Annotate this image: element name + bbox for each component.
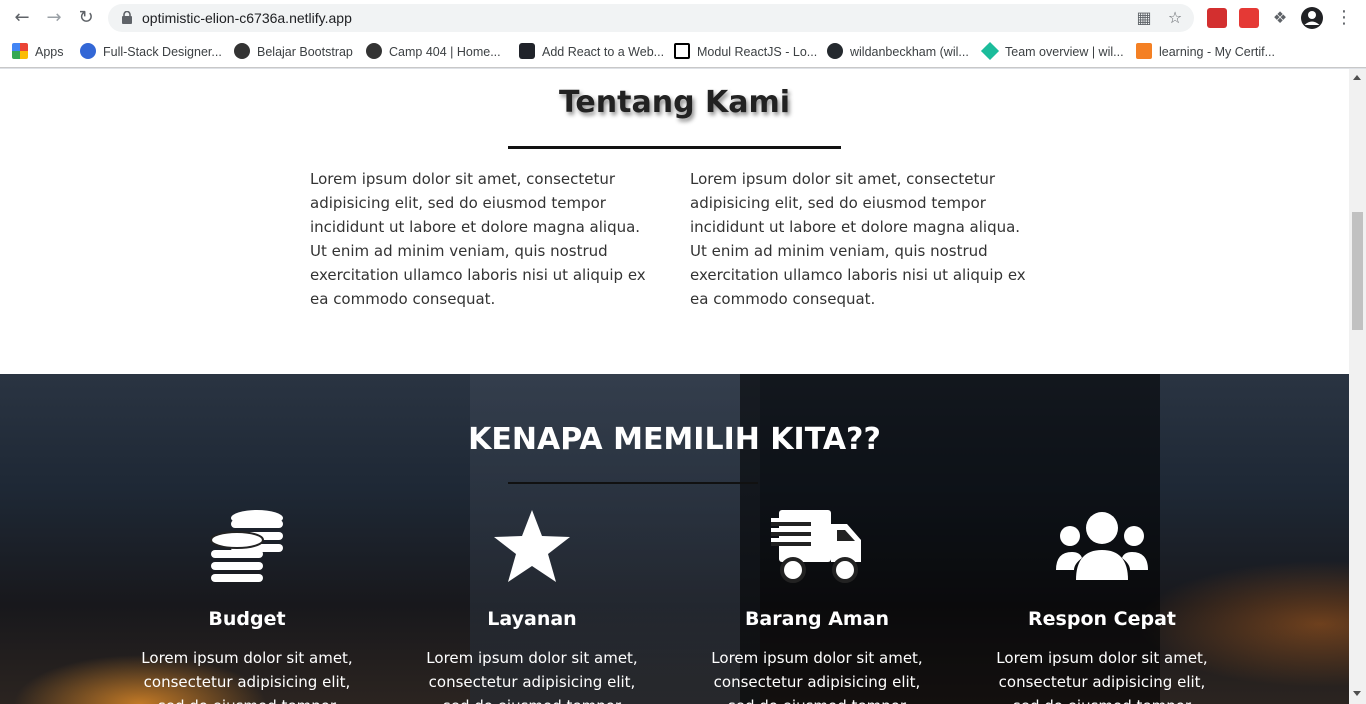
feature-title: Barang Aman	[744, 608, 890, 630]
page-scrollbar[interactable]	[1349, 69, 1366, 704]
code-bracket-icon	[1136, 43, 1152, 59]
star-icon	[494, 510, 570, 582]
lock-icon	[122, 11, 132, 24]
extensions-puzzle-icon[interactable]: ❖	[1268, 6, 1292, 30]
globe-icon	[234, 43, 250, 59]
bookmark-icon	[80, 43, 96, 59]
back-arrow-icon[interactable]: ←	[10, 6, 34, 30]
scroll-down-icon[interactable]	[1353, 691, 1361, 696]
bookmark-item[interactable]: Camp 404 | Home...	[366, 41, 501, 63]
bookmark-item[interactable]: Modul ReactJS - Lo...	[674, 41, 817, 63]
notion-icon	[674, 43, 690, 59]
apps-grid-icon	[12, 43, 28, 59]
page-content: Tentang Kami Lorem ipsum dolor sit amet,…	[0, 69, 1349, 704]
about-title: Tentang Kami	[558, 85, 791, 120]
browser-chrome: ← → ↻ optimistic-elion-c6736a.netlify.ap…	[0, 0, 1366, 69]
bookmark-item[interactable]: Belajar Bootstrap	[234, 41, 353, 63]
address-bar[interactable]: optimistic-elion-c6736a.netlify.app ▦ ☆	[108, 4, 1194, 32]
why-us-divider	[508, 482, 758, 484]
pdf-extension-icon[interactable]	[1207, 8, 1227, 28]
feature-text: Lorem ipsum dolor sit amet, consectetur …	[141, 649, 353, 704]
coins-icon	[210, 510, 283, 582]
about-text-left: Lorem ipsum dolor sit amet, consectetur …	[310, 170, 646, 308]
scroll-up-icon[interactable]	[1353, 75, 1361, 80]
feature-title: Respon Cepat	[1028, 608, 1176, 630]
about-divider	[508, 146, 841, 149]
browser-toolbar: ← → ↻ optimistic-elion-c6736a.netlify.ap…	[0, 0, 1366, 36]
forward-arrow-icon[interactable]: →	[42, 6, 66, 30]
bookmark-item[interactable]: learning - My Certif...	[1136, 41, 1275, 63]
feature-layanan: Layanan Lorem ipsum dolor sit amet, cons…	[422, 508, 642, 704]
bookmark-item[interactable]: wildanbeckham (wil...	[827, 41, 969, 63]
feature-budget: Budget Lorem ipsum dolor sit amet, conse…	[137, 508, 357, 704]
feature-title: Layanan	[487, 608, 577, 630]
why-us-section: KENAPA MEMILIH KITA?? Budget Lorem ipsum…	[0, 374, 1349, 704]
bookmark-item[interactable]: Team overview | wil...	[980, 41, 1124, 63]
feature-respon-cepat: Respon Cepat Lorem ipsum dolor sit amet,…	[992, 508, 1212, 704]
github-icon	[827, 43, 843, 59]
feature-text: Lorem ipsum dolor sit amet, consectetur …	[426, 649, 638, 704]
media-extension-icon[interactable]	[1239, 8, 1259, 28]
feature-barang-aman: Barang Aman Lorem ipsum dolor sit amet, …	[707, 508, 927, 704]
bookmarks-bar: Apps Full-Stack Designer... Belajar Boot…	[0, 36, 1366, 68]
bookmark-item[interactable]: Full-Stack Designer...	[80, 41, 222, 63]
scrollbar-thumb[interactable]	[1352, 212, 1363, 330]
menu-kebab-icon[interactable]: ⋮	[1332, 6, 1356, 30]
bookmark-item[interactable]: Add React to a Web...	[519, 41, 664, 63]
url-text: optimistic-elion-c6736a.netlify.app	[142, 10, 352, 26]
profile-avatar-icon[interactable]	[1300, 6, 1324, 30]
feature-title: Budget	[208, 608, 286, 630]
about-text-right: Lorem ipsum dolor sit amet, consectetur …	[690, 170, 1026, 308]
qr-code-icon[interactable]: ▦	[1135, 9, 1153, 27]
feature-text: Lorem ipsum dolor sit amet, consectetur …	[996, 649, 1208, 704]
shipping-truck-icon	[771, 510, 861, 583]
feature-text: Lorem ipsum dolor sit amet, consectetur …	[711, 649, 923, 704]
diamond-icon	[980, 41, 1000, 61]
users-group-icon	[1056, 512, 1148, 580]
bookmark-apps[interactable]: Apps	[12, 41, 64, 63]
bookmark-star-icon[interactable]: ☆	[1166, 9, 1184, 27]
why-us-title: KENAPA MEMILIH KITA??	[468, 422, 881, 457]
react-icon	[519, 43, 535, 59]
globe-icon	[366, 43, 382, 59]
reload-icon[interactable]: ↻	[74, 6, 98, 30]
